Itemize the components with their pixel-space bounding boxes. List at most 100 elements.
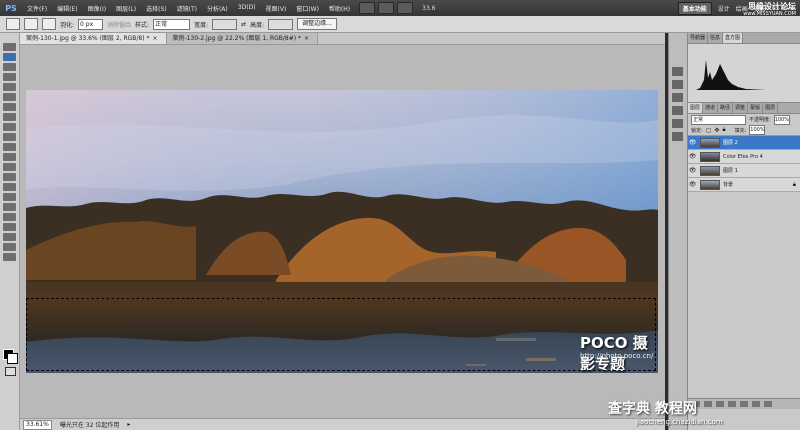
tab-navigator[interactable]: 导航器 — [688, 33, 709, 43]
lock-all-icon[interactable]: 🔒︎ — [722, 126, 725, 134]
hand-tool-icon[interactable] — [3, 243, 16, 251]
menu-item[interactable]: 滤镜(T) — [172, 4, 202, 13]
marquee-tool-preset[interactable] — [6, 18, 20, 30]
swap-icon[interactable]: ⇄ — [241, 21, 246, 28]
menu-item[interactable]: 图层(L) — [111, 4, 141, 13]
menu-item[interactable]: 视图(V) — [261, 4, 292, 13]
quick-mask-button[interactable] — [5, 367, 16, 376]
menu-item[interactable]: 分析(A) — [202, 4, 233, 13]
adjustment-icon[interactable] — [728, 401, 736, 407]
eye-icon[interactable]: 👁︎ — [688, 167, 697, 174]
menu-list: 文件(F) 编辑(E) 图像(I) 图层(L) 选择(S) 滤镜(T) 分析(A) 3D(D)… — [22, 4, 355, 13]
add-selection-button[interactable] — [42, 18, 56, 30]
eraser-tool-icon[interactable] — [3, 143, 16, 151]
blend-mode-select[interactable]: 正常 — [691, 114, 746, 125]
feather-input[interactable]: 0 px — [78, 18, 104, 30]
menu-item[interactable]: 窗口(W) — [291, 4, 324, 13]
status-text: 曝光只在 32 位起作用 — [59, 422, 120, 429]
status-arrow-icon[interactable]: ▸ — [127, 421, 130, 428]
eye-icon[interactable]: 👁︎ — [688, 153, 697, 160]
quick-select-tool-icon[interactable] — [3, 73, 16, 81]
new-selection-button[interactable] — [24, 18, 38, 30]
tab-masks[interactable]: 蒙版 — [748, 103, 764, 113]
mask-icon[interactable] — [716, 401, 724, 407]
pen-tool-icon[interactable] — [3, 183, 16, 191]
refine-edge-button[interactable]: 调整边缘... — [297, 18, 337, 30]
layer-row[interactable]: 👁︎ 图层 2 — [688, 136, 800, 150]
status-zoom-field[interactable]: 33.61% — [23, 419, 52, 430]
3d-rotate-tool-icon[interactable] — [3, 223, 16, 231]
close-icon[interactable]: × — [152, 35, 157, 42]
menu-item[interactable]: 图像(I) — [83, 4, 111, 13]
menu-item[interactable]: 文件(F) — [22, 4, 52, 13]
move-tool-icon[interactable] — [3, 43, 16, 51]
brush-panel-icon[interactable] — [672, 93, 683, 102]
tab-document-2[interactable]: 案例-130-2.jpg @ 22.2% (图层 1, RGB/8#) * × — [166, 33, 319, 44]
menu-item[interactable]: 3D(D) — [233, 4, 261, 13]
minibridge-button[interactable] — [378, 2, 395, 14]
image-canvas[interactable]: POCO 摄影专题 http://photo.poco.cn/ — [26, 90, 658, 373]
fx-icon[interactable] — [704, 401, 712, 407]
workspace-essentials-button[interactable]: 基本功能 — [677, 1, 712, 15]
lasso-tool-icon[interactable] — [3, 63, 16, 71]
tab-channels[interactable]: 通道 — [703, 103, 719, 113]
path-select-tool-icon[interactable] — [3, 203, 16, 211]
style-select[interactable]: 正常 — [153, 18, 191, 30]
layer-row[interactable]: 👁︎ 图层 1 — [688, 164, 800, 178]
tab-layers[interactable]: 图层 — [688, 103, 704, 113]
antialias-checkbox[interactable]: 消除锯齿 — [107, 20, 131, 29]
tab-info[interactable]: 信息 — [708, 33, 724, 43]
menu-item[interactable]: 选择(S) — [141, 4, 172, 13]
menu-bar: PS 文件(F) 编辑(E) 图像(I) 图层(L) 选择(S) 滤镜(T) 分析(A) 3D… — [0, 0, 800, 17]
trash-icon[interactable] — [764, 401, 772, 407]
clone-stamp-tool-icon[interactable] — [3, 123, 16, 131]
close-icon[interactable]: × — [304, 35, 309, 42]
healing-tool-icon[interactable] — [3, 103, 16, 111]
brush-tool-icon[interactable] — [3, 113, 16, 121]
type-tool-icon[interactable] — [3, 193, 16, 201]
toolbox — [0, 33, 20, 430]
actions-panel-icon[interactable] — [672, 80, 683, 89]
tab-histogram[interactable]: 直方图 — [723, 33, 744, 43]
menu-item[interactable]: 帮助(H) — [324, 4, 355, 13]
opacity-input[interactable]: 100% — [773, 114, 790, 125]
blur-tool-icon[interactable] — [3, 163, 16, 171]
zoom-level[interactable]: 33.6 — [422, 5, 435, 12]
3d-orbit-tool-icon[interactable] — [3, 233, 16, 241]
dodge-tool-icon[interactable] — [3, 173, 16, 181]
tab-adjustments[interactable]: 调整 — [733, 103, 749, 113]
shape-tool-icon[interactable] — [3, 213, 16, 221]
layer-row[interactable]: 👁︎ Color Efex Pro 4 — [688, 150, 800, 164]
menu-item[interactable]: 编辑(E) — [52, 4, 82, 13]
clone-source-panel-icon[interactable] — [672, 106, 683, 115]
paragraph-panel-icon[interactable] — [672, 132, 683, 141]
eye-icon[interactable]: 👁︎ — [688, 181, 697, 188]
workspace-design-button[interactable]: 设计 — [718, 4, 730, 13]
tab-layers-2[interactable]: 图层 — [763, 103, 779, 113]
eye-icon[interactable]: 👁︎ — [688, 139, 697, 146]
tab-document-1[interactable]: 案例-130-1.jpg @ 33.6% (图层 2, RGB/8) * × — [20, 33, 167, 44]
lock-move-icon[interactable]: ✥ — [714, 127, 719, 134]
fill-input[interactable]: 100% — [749, 125, 766, 135]
crop-tool-icon[interactable] — [3, 83, 16, 91]
gradient-tool-icon[interactable] — [3, 153, 16, 161]
marquee-tool-icon[interactable] — [3, 53, 16, 61]
new-layer-icon[interactable] — [752, 401, 760, 407]
background-color-swatch[interactable] — [7, 353, 18, 364]
histogram-panel — [688, 44, 800, 103]
eyedropper-tool-icon[interactable] — [3, 93, 16, 101]
height-input[interactable] — [268, 18, 294, 30]
width-input[interactable] — [212, 18, 238, 30]
character-panel-icon[interactable] — [672, 119, 683, 128]
zoom-tool-icon[interactable] — [3, 253, 16, 261]
folder-icon[interactable] — [740, 401, 748, 407]
lock-icon: 🔒︎ — [792, 180, 796, 188]
history-brush-tool-icon[interactable] — [3, 133, 16, 141]
layer-name: 背景 — [723, 182, 734, 188]
lock-icon[interactable]: ▢ — [706, 127, 712, 134]
bridge-button[interactable] — [359, 2, 376, 14]
extras-button[interactable] — [397, 2, 414, 14]
layer-row[interactable]: 👁︎ 背景 🔒︎ — [688, 178, 800, 192]
history-panel-icon[interactable] — [672, 67, 683, 76]
tab-paths[interactable]: 路径 — [718, 103, 734, 113]
